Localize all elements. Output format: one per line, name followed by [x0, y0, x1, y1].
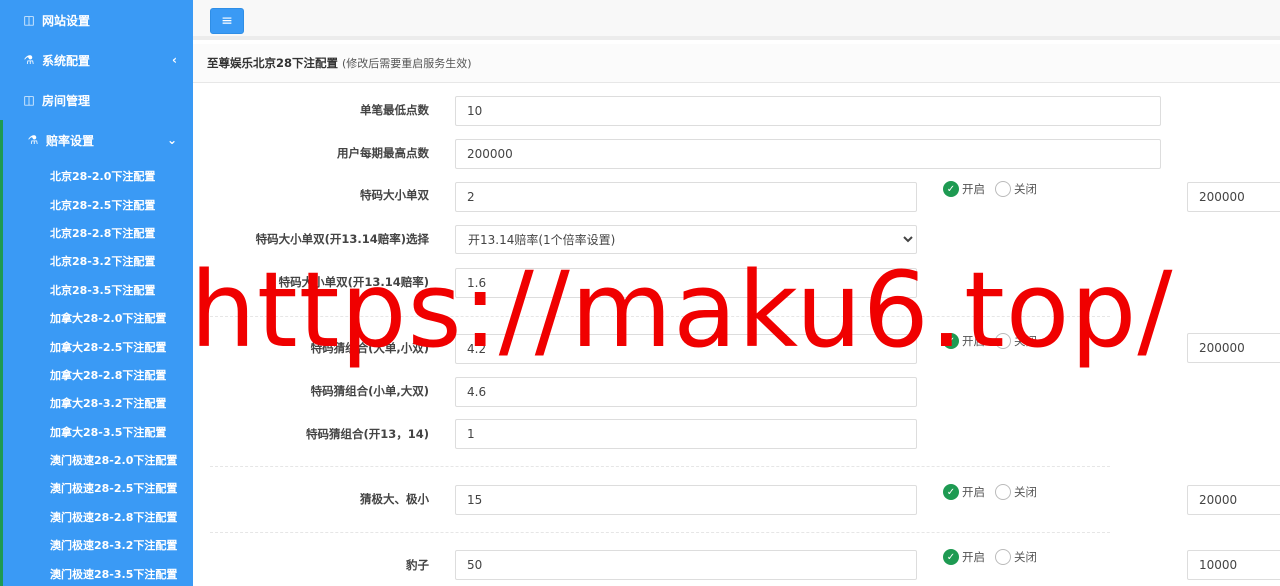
sidebar-item-room-management[interactable]: ◫ 房间管理 [0, 80, 193, 120]
min-bet-label: 单笔最低点数 [360, 103, 429, 117]
columns-icon: ◫ [23, 13, 35, 27]
sidebar-subitem[interactable]: 加拿大28-2.5下注配置 [3, 332, 193, 360]
section-divider [210, 532, 1110, 533]
combo-limit-input[interactable] [1187, 333, 1280, 363]
sidebar-item-odds-settings[interactable]: ⚗ 赔率设置 ⌄ [0, 120, 193, 160]
sidebar-subitem[interactable]: 加拿大28-3.5下注配置 [3, 418, 193, 446]
extreme-input[interactable] [455, 485, 917, 515]
special-dxds-limit-input[interactable] [1187, 182, 1280, 212]
sidebar-subitem[interactable]: 澳门极速28-2.5下注配置 [3, 474, 193, 502]
enable-label: 开启 [962, 485, 985, 499]
combo-small-single-input[interactable] [455, 377, 917, 407]
special-dxds-label: 特码大小单双 [360, 188, 429, 202]
panel-title: 至尊娱乐北京28下注配置 [207, 56, 339, 70]
disable-label: 关闭 [1014, 550, 1037, 564]
sidebar-subitem[interactable]: 北京28-2.8下注配置 [3, 219, 193, 247]
combo-small-single-label: 特码猜组合(小单,大双) [310, 384, 429, 398]
check-icon: ✓ [943, 484, 959, 500]
max-bet-label: 用户每期最高点数 [337, 146, 429, 160]
watermark-url: https://maku6.top/ [190, 249, 1174, 371]
top-bar: ≡ [193, 0, 1280, 40]
sidebar-subitem[interactable]: 北京28-2.5下注配置 [3, 190, 193, 218]
flask-icon: ⚗ [27, 133, 39, 147]
leopard-input[interactable] [455, 550, 917, 580]
panel-header: 至尊娱乐北京28下注配置 (修改后需要重启服务生效) [193, 44, 1280, 83]
flask-icon: ⚗ [23, 53, 35, 67]
sidebar-subitem[interactable]: 加拿大28-3.2下注配置 [3, 389, 193, 417]
hamburger-icon: ≡ [221, 13, 233, 29]
sidebar-subitem[interactable]: 澳门极速28-3.2下注配置 [3, 531, 193, 559]
check-icon: ✓ [943, 181, 959, 197]
radio-empty-icon [995, 484, 1011, 500]
check-icon: ✓ [943, 549, 959, 565]
chevron-down-icon: ⌄ [166, 133, 177, 147]
section-divider [210, 466, 1110, 467]
enable-label: 开启 [962, 182, 985, 196]
chevron-left-icon: ‹ [172, 53, 177, 67]
odds-submenu: 北京28-2.0下注配置 北京28-2.5下注配置 北京28-2.8下注配置 北… [0, 160, 193, 586]
special-1314-select-label: 特码大小单双(开13.14赔率)选择 [255, 232, 429, 246]
max-bet-input[interactable] [455, 139, 1161, 169]
panel-subtitle: (修改后需要重启服务生效) [342, 57, 472, 70]
menu-toggle-button[interactable]: ≡ [210, 8, 244, 34]
sidebar-subitem[interactable]: 澳门极速28-2.8下注配置 [3, 503, 193, 531]
columns-icon: ◫ [23, 93, 35, 107]
sidebar-item-site-settings[interactable]: ◫ 网站设置 [0, 0, 193, 40]
extreme-label: 猜极大、极小 [360, 492, 429, 506]
radio-empty-icon [995, 549, 1011, 565]
sidebar-item-system-config[interactable]: ⚗ 系统配置 ‹ [0, 40, 193, 80]
sidebar-subitem[interactable]: 加拿大28-2.8下注配置 [3, 361, 193, 389]
enable-radio[interactable]: ✓ 开启 [943, 484, 985, 500]
sidebar-subitem[interactable]: 北京28-3.2下注配置 [3, 247, 193, 275]
disable-radio[interactable]: 关闭 [995, 484, 1037, 500]
disable-radio[interactable]: 关闭 [995, 549, 1037, 565]
sidebar-subitem[interactable]: 澳门极速28-2.0下注配置 [3, 446, 193, 474]
sidebar-subitem[interactable]: 北京28-3.5下注配置 [3, 276, 193, 304]
combo-1314-label: 特码猜组合(开13，14) [305, 427, 429, 441]
special-dxds-toggle: ✓ 开启 关闭 [943, 181, 1047, 197]
combo-1314-input[interactable] [455, 419, 917, 449]
leopard-label: 豹子 [406, 558, 429, 572]
special-dxds-input[interactable] [455, 182, 917, 212]
leopard-limit-input[interactable] [1187, 550, 1280, 580]
enable-radio[interactable]: ✓ 开启 [943, 181, 985, 197]
enable-radio[interactable]: ✓ 开启 [943, 549, 985, 565]
radio-empty-icon [995, 181, 1011, 197]
leopard-toggle: ✓ 开启 关闭 [943, 549, 1047, 565]
sidebar-item-label: 房间管理 [42, 93, 91, 108]
sidebar-item-label: 赔率设置 [46, 133, 95, 148]
sidebar-subitem[interactable]: 澳门极速28-3.5下注配置 [3, 559, 193, 586]
disable-label: 关闭 [1014, 485, 1037, 499]
disable-radio[interactable]: 关闭 [995, 181, 1037, 197]
disable-label: 关闭 [1014, 182, 1037, 196]
min-bet-input[interactable] [455, 96, 1161, 126]
enable-label: 开启 [962, 550, 985, 564]
sidebar-subitem[interactable]: 加拿大28-2.0下注配置 [3, 304, 193, 332]
sidebar-item-label: 网站设置 [42, 13, 91, 28]
extreme-limit-input[interactable] [1187, 485, 1280, 515]
sidebar: ◫ 网站设置 ⚗ 系统配置 ‹ ◫ 房间管理 ⚗ 赔率设置 ⌄ 北京28-2.0… [0, 0, 193, 586]
extreme-toggle: ✓ 开启 关闭 [943, 484, 1047, 500]
sidebar-item-label: 系统配置 [42, 53, 91, 68]
sidebar-subitem[interactable]: 北京28-2.0下注配置 [3, 162, 193, 190]
